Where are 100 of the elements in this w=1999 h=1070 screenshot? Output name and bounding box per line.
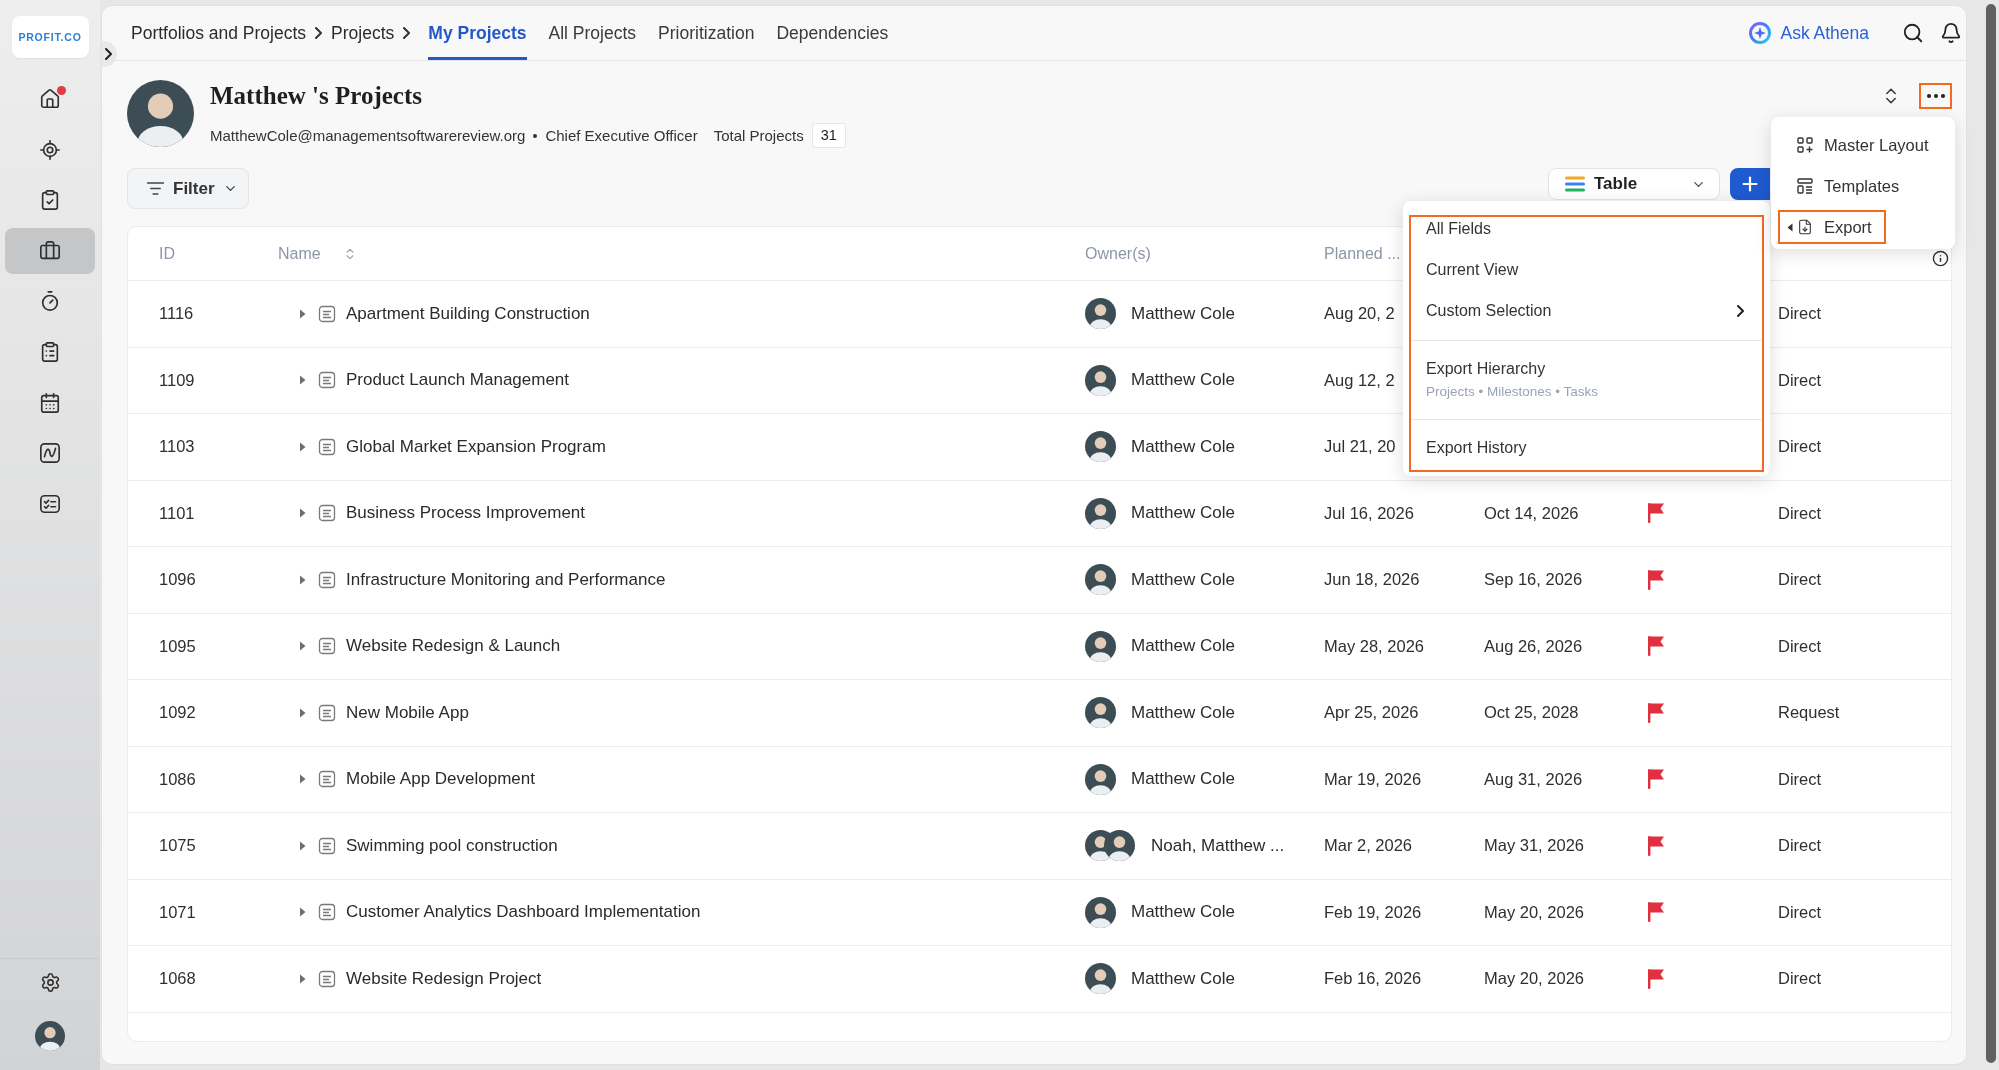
total-projects-label: Total Projects xyxy=(713,127,804,144)
document-icon xyxy=(318,371,336,390)
source-cell: Direct xyxy=(1778,370,1822,389)
date-cell: Aug 31, 2026 xyxy=(1484,769,1583,788)
source-cell: Direct xyxy=(1778,570,1822,589)
project-name-link[interactable]: Mobile App Development xyxy=(346,769,535,790)
date-cell: Sep 16, 2026 xyxy=(1484,570,1583,589)
document-icon xyxy=(318,504,336,523)
menu-item[interactable]: Export Hierarchy Projects • Milestones • Tasks xyxy=(1411,357,1762,401)
project-name-link[interactable]: Apartment Building Construction xyxy=(346,303,590,324)
tab[interactable]: My Projects xyxy=(428,6,527,60)
search-icon[interactable] xyxy=(1902,22,1924,44)
sparkle-ring-icon xyxy=(1749,22,1772,44)
settings-icon[interactable] xyxy=(39,972,61,993)
owner-name: Matthew Cole xyxy=(1131,902,1235,923)
document-icon xyxy=(318,570,336,589)
project-name-link[interactable]: Swimming pool construction xyxy=(346,835,558,856)
menu-item[interactable]: All Fields xyxy=(1411,217,1762,241)
sidebar-nav-button[interactable] xyxy=(39,391,61,414)
expand-caret-icon[interactable] xyxy=(299,508,306,519)
id-cell-text: 1116 xyxy=(159,304,195,324)
owner-name: Matthew Cole xyxy=(1131,503,1235,524)
date-cell: Jun 18, 2026 xyxy=(1324,570,1420,589)
date-cell: May 20, 2026 xyxy=(1484,902,1584,921)
column-header: Name xyxy=(278,244,321,263)
breadcrumb-link[interactable]: Portfolios and Projects xyxy=(131,22,307,44)
brand-logo: PROFIT.CO xyxy=(11,16,89,58)
column-header: ID xyxy=(159,244,175,263)
date-cell: Jul 16, 2026 xyxy=(1324,503,1414,522)
timer-icon xyxy=(39,290,61,313)
expand-caret-icon[interactable] xyxy=(299,641,306,652)
tab[interactable]: Dependencies xyxy=(776,6,889,60)
project-name-link[interactable]: Website Redesign & Launch xyxy=(346,636,561,657)
email-text: MatthewCole@managementsoftwarereview.org xyxy=(210,127,526,144)
sidebar-nav-button[interactable] xyxy=(39,138,61,161)
ask-assistant-link[interactable]: Ask Athena xyxy=(1749,22,1869,44)
document-icon xyxy=(318,703,336,722)
expand-caret-icon[interactable] xyxy=(299,973,306,984)
chart-icon xyxy=(39,442,61,465)
expand-caret-icon[interactable] xyxy=(299,774,306,785)
source-cell: Direct xyxy=(1778,836,1822,855)
menu-item[interactable]: Custom Selection xyxy=(1411,299,1762,323)
project-name-link[interactable]: Global Market Expansion Program xyxy=(346,436,606,457)
date-cell: Mar 2, 2026 xyxy=(1324,836,1413,855)
sidebar-nav-button[interactable] xyxy=(39,340,61,363)
expand-caret-icon[interactable] xyxy=(299,907,306,918)
expand-caret-icon[interactable] xyxy=(299,308,306,319)
expand-caret-icon[interactable] xyxy=(299,840,306,851)
info-icon[interactable] xyxy=(1932,250,1949,267)
date-cell: Oct 25, 2028 xyxy=(1484,703,1579,722)
document-icon xyxy=(318,903,336,922)
date-cell: Aug 20, 2 xyxy=(1324,304,1395,323)
id-cell-text: 1092 xyxy=(159,703,197,723)
project-name-link[interactable]: Customer Analytics Dashboard Implementation xyxy=(346,902,701,923)
project-name-link[interactable]: Product Launch Management xyxy=(346,370,570,391)
project-name-link[interactable]: New Mobile App xyxy=(346,702,469,723)
menu-item[interactable]: Current View xyxy=(1411,258,1762,282)
column-header: Owner(s) xyxy=(1085,244,1151,263)
filter-icon xyxy=(146,179,165,198)
id-cell-text: 1096 xyxy=(159,570,197,590)
view-select[interactable]: Table xyxy=(1548,168,1720,200)
project-name-link[interactable]: Infrastructure Monitoring and Performance xyxy=(346,569,666,590)
bell-icon[interactable] xyxy=(1940,22,1962,44)
sidebar-nav-button[interactable] xyxy=(39,492,61,515)
tab[interactable]: Prioritization xyxy=(658,6,755,60)
document-icon xyxy=(318,437,336,456)
project-name-link[interactable]: Business Process Improvement xyxy=(346,503,586,524)
sidebar-nav-button[interactable] xyxy=(39,442,61,465)
briefcase-icon xyxy=(39,239,61,262)
id-cell-text: 1101 xyxy=(159,503,196,523)
count-badge: 31 xyxy=(811,123,846,148)
menu-item[interactable]: Export xyxy=(1778,210,1886,244)
source-cell: Direct xyxy=(1778,503,1822,522)
expand-caret-icon[interactable] xyxy=(299,441,306,452)
filter-button[interactable]: Filter xyxy=(127,168,249,209)
target-icon xyxy=(39,138,61,161)
more-options-button[interactable] xyxy=(1919,83,1952,109)
expand-caret-icon[interactable] xyxy=(299,375,306,386)
id-cell-text: 1071 xyxy=(159,902,197,922)
breadcrumb-link[interactable]: Projects xyxy=(331,22,395,44)
file-download-icon xyxy=(1797,219,1813,235)
tab[interactable]: All Projects xyxy=(548,6,637,60)
expand-caret-icon[interactable] xyxy=(299,707,306,718)
sidebar-nav-button[interactable] xyxy=(39,189,61,212)
grid-plus-icon xyxy=(1797,137,1813,153)
expand-caret-icon[interactable] xyxy=(299,574,306,585)
caret-left-icon xyxy=(1787,222,1793,232)
sidebar-nav-button[interactable] xyxy=(39,88,61,110)
menu-item[interactable]: Export History xyxy=(1411,436,1762,460)
sidebar-nav-button[interactable] xyxy=(39,290,61,313)
project-name-link[interactable]: Website Redesign Project xyxy=(346,968,542,989)
add-button[interactable] xyxy=(1730,168,1770,200)
home-icon xyxy=(39,88,61,110)
chevron-right-icon xyxy=(105,48,112,60)
source-cell: Direct xyxy=(1778,769,1822,788)
sidebar-nav-button[interactable] xyxy=(5,227,95,274)
owner-name: Matthew Cole xyxy=(1131,569,1235,590)
chevron-right-icon xyxy=(1737,305,1744,317)
expand-sidebar-button[interactable] xyxy=(102,41,117,67)
document-icon xyxy=(318,637,336,656)
